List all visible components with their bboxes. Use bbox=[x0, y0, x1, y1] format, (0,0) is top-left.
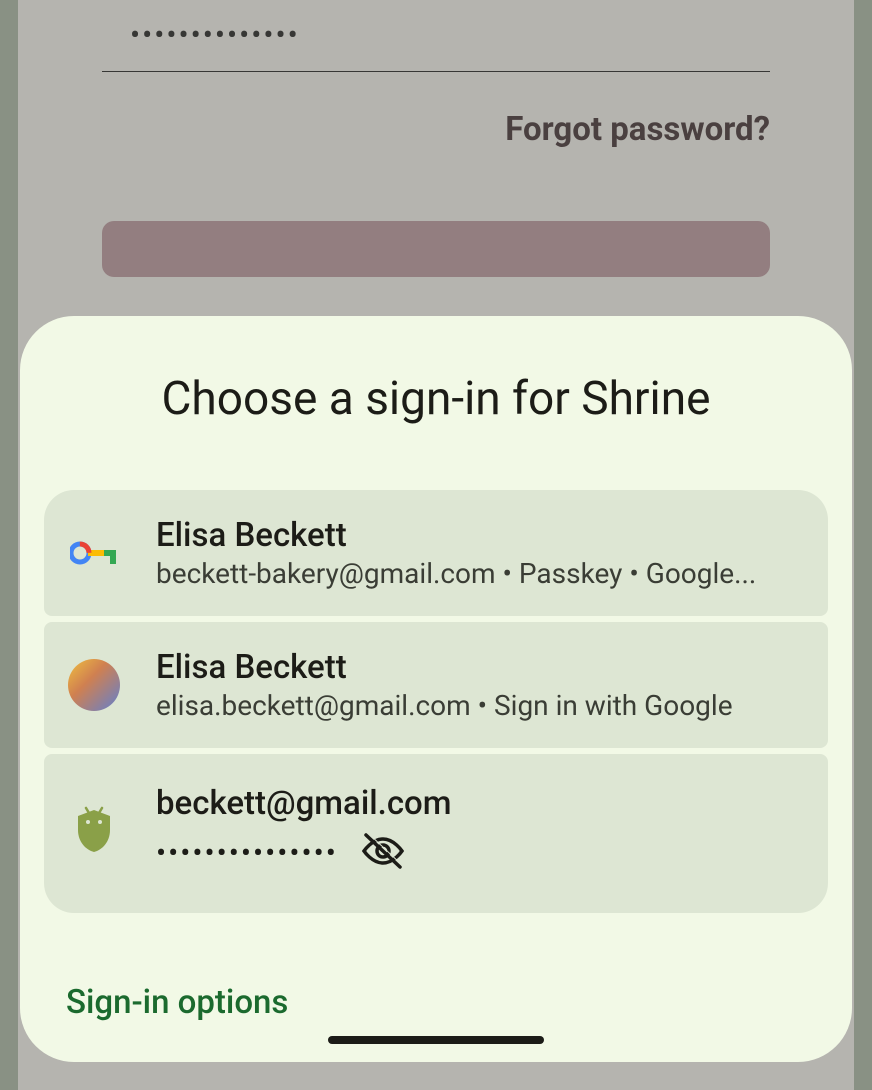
credential-name: Elisa Beckett bbox=[156, 648, 802, 687]
credential-detail: beckett-bakery@gmail.com • Passkey • Goo… bbox=[156, 557, 802, 590]
avatar-icon bbox=[68, 659, 120, 711]
credential-text: beckett@gmail.com ••••••••••••••• bbox=[156, 784, 802, 875]
android-icon bbox=[68, 804, 120, 856]
sheet-title: Choose a sign-in for Shrine bbox=[44, 372, 828, 426]
nav-handle[interactable] bbox=[328, 1036, 544, 1044]
signin-options-link[interactable]: Sign-in options bbox=[66, 983, 288, 1022]
visibility-off-icon[interactable] bbox=[360, 831, 406, 875]
credential-name: Elisa Beckett bbox=[156, 516, 802, 555]
credential-text: Elisa Beckett elisa.beckett@gmail.com • … bbox=[156, 648, 802, 722]
passkey-icon bbox=[68, 527, 120, 579]
credential-picker-sheet: Choose a sign-in for Shrine Elisa Becket… bbox=[20, 316, 852, 1062]
credential-item-passkey[interactable]: Elisa Beckett beckett-bakery@gmail.com •… bbox=[44, 490, 828, 616]
password-mask: ••••••••••••••• bbox=[156, 836, 338, 871]
credential-name: beckett@gmail.com bbox=[156, 784, 802, 823]
credential-item-google[interactable]: Elisa Beckett elisa.beckett@gmail.com • … bbox=[44, 622, 828, 748]
credential-text: Elisa Beckett beckett-bakery@gmail.com •… bbox=[156, 516, 802, 590]
credential-item-password[interactable]: beckett@gmail.com ••••••••••••••• bbox=[44, 754, 828, 913]
credential-list: Elisa Beckett beckett-bakery@gmail.com •… bbox=[44, 490, 828, 913]
credential-detail: elisa.beckett@gmail.com • Sign in with G… bbox=[156, 689, 802, 722]
password-row: ••••••••••••••• bbox=[156, 831, 802, 875]
